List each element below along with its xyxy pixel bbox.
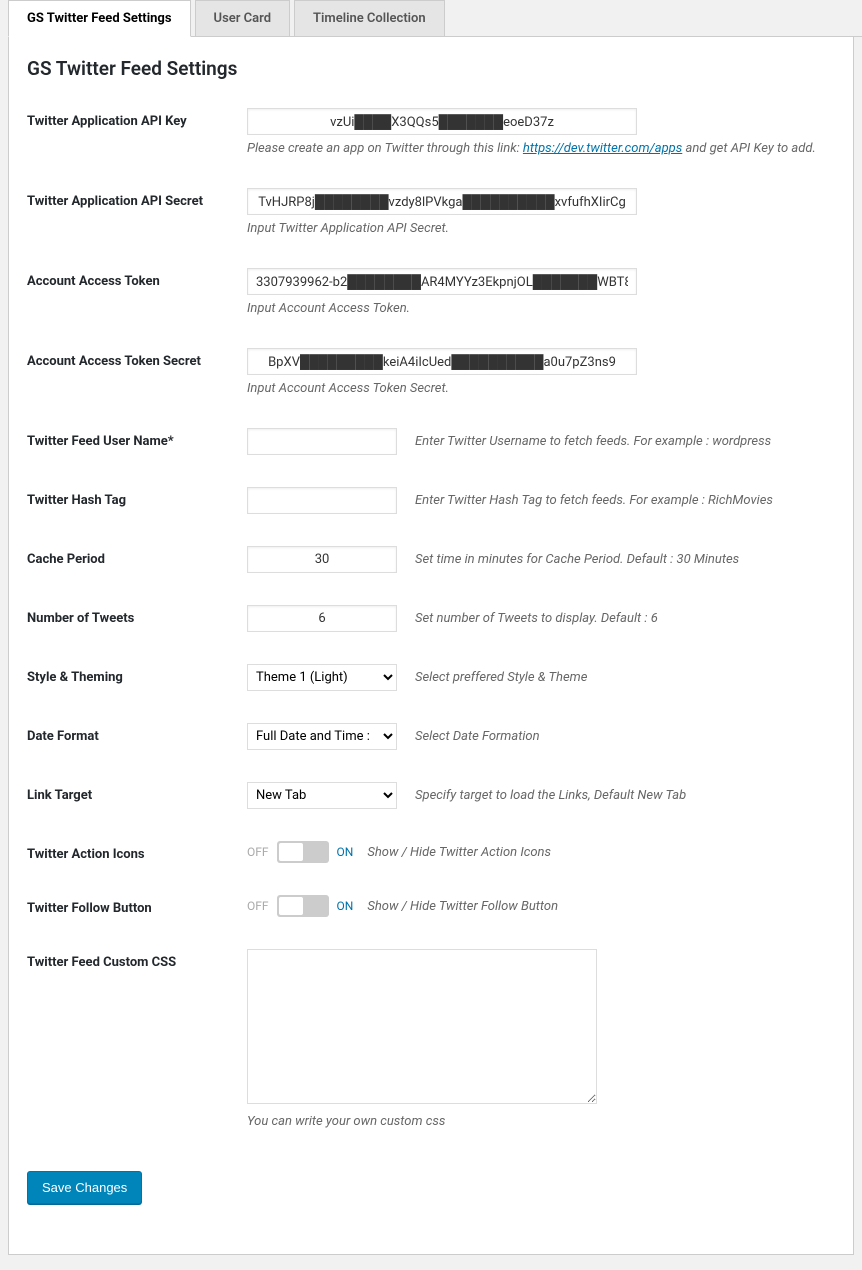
label-username: Twitter Feed User Name* [27, 428, 247, 449]
label-date-format: Date Format [27, 723, 247, 744]
row-link-target: Link Target New Tab Specify target to lo… [27, 782, 835, 809]
desc-username: Enter Twitter Username to fetch feeds. F… [415, 434, 771, 449]
select-link-target[interactable]: New Tab [247, 782, 397, 809]
label-access-token: Account Access Token [27, 268, 247, 289]
tab-gs-settings[interactable]: GS Twitter Feed Settings [8, 0, 191, 37]
desc-style: Select preffered Style & Theme [415, 670, 587, 685]
input-num-tweets[interactable] [247, 605, 397, 632]
label-hashtag: Twitter Hash Tag [27, 487, 247, 508]
input-cache[interactable] [247, 546, 397, 573]
label-link-target: Link Target [27, 782, 247, 803]
desc-api-key-pre: Please create an app on Twitter through … [247, 141, 523, 156]
desc-custom-css: You can write your own custom css [247, 1114, 835, 1129]
toggle-knob-icon [279, 843, 303, 861]
label-custom-css: Twitter Feed Custom CSS [27, 949, 247, 970]
row-cache: Cache Period Set time in minutes for Cac… [27, 546, 835, 573]
input-hashtag[interactable] [247, 487, 397, 514]
row-hashtag: Twitter Hash Tag Enter Twitter Hash Tag … [27, 487, 835, 514]
input-username[interactable] [247, 428, 397, 455]
settings-tabs: GS Twitter Feed Settings User Card Timel… [8, 0, 862, 37]
toggle-on-follow: ON [337, 899, 354, 913]
label-num-tweets: Number of Tweets [27, 605, 247, 626]
label-style: Style & Theming [27, 664, 247, 685]
desc-api-key: Please create an app on Twitter through … [247, 141, 835, 156]
toggle-knob-icon [279, 897, 303, 915]
input-api-key[interactable] [247, 108, 637, 135]
page-title: GS Twitter Feed Settings [27, 57, 835, 80]
desc-hashtag: Enter Twitter Hash Tag to fetch feeds. F… [415, 493, 773, 508]
label-api-secret: Twitter Application API Secret [27, 188, 247, 209]
row-style: Style & Theming Theme 1 (Light) Select p… [27, 664, 835, 691]
link-twitter-apps[interactable]: https://dev.twitter.com/apps [523, 141, 682, 156]
desc-api-key-post: and get API Key to add. [682, 141, 816, 156]
label-action-icons: Twitter Action Icons [27, 841, 247, 862]
desc-action-icons: Show / Hide Twitter Action Icons [367, 845, 551, 860]
input-api-secret[interactable] [247, 188, 637, 215]
row-date-format: Date Format Full Date and Time : Select … [27, 723, 835, 750]
row-follow-button: Twitter Follow Button OFF ON Show / Hide… [27, 895, 835, 917]
desc-num-tweets: Set number of Tweets to display. Default… [415, 611, 658, 626]
settings-panel: GS Twitter Feed Settings Twitter Applica… [8, 37, 854, 1255]
row-custom-css: Twitter Feed Custom CSS You can write yo… [27, 949, 835, 1129]
select-date-format[interactable]: Full Date and Time : [247, 723, 397, 750]
row-access-token-secret: Account Access Token Secret Input Accoun… [27, 348, 835, 396]
row-api-key: Twitter Application API Key Please creat… [27, 108, 835, 156]
label-api-key: Twitter Application API Key [27, 108, 247, 129]
label-access-token-secret: Account Access Token Secret [27, 348, 247, 369]
textarea-custom-css[interactable] [247, 949, 597, 1104]
toggle-follow-button[interactable] [277, 895, 329, 917]
label-cache: Cache Period [27, 546, 247, 567]
desc-link-target: Specify target to load the Links, Defaul… [415, 788, 686, 803]
desc-api-secret: Input Twitter Application API Secret. [247, 221, 835, 236]
toggle-action-icons[interactable] [277, 841, 329, 863]
select-style[interactable]: Theme 1 (Light) [247, 664, 397, 691]
row-username: Twitter Feed User Name* Enter Twitter Us… [27, 428, 835, 455]
desc-access-token: Input Account Access Token. [247, 301, 835, 316]
toggle-off-action-icons: OFF [247, 845, 269, 859]
desc-date-format: Select Date Formation [415, 729, 540, 744]
toggle-on-action-icons: ON [337, 845, 354, 859]
desc-access-token-secret: Input Account Access Token Secret. [247, 381, 835, 396]
row-action-icons: Twitter Action Icons OFF ON Show / Hide … [27, 841, 835, 863]
row-num-tweets: Number of Tweets Set number of Tweets to… [27, 605, 835, 632]
tab-timeline-collection[interactable]: Timeline Collection [294, 0, 445, 36]
toggle-off-follow: OFF [247, 899, 269, 913]
desc-follow-button: Show / Hide Twitter Follow Button [367, 899, 558, 914]
tab-user-card[interactable]: User Card [195, 0, 290, 36]
row-api-secret: Twitter Application API Secret Input Twi… [27, 188, 835, 236]
row-access-token: Account Access Token Input Account Acces… [27, 268, 835, 316]
input-access-token-secret[interactable] [247, 348, 637, 375]
save-button[interactable]: Save Changes [27, 1171, 142, 1204]
label-follow-button: Twitter Follow Button [27, 895, 247, 916]
input-access-token[interactable] [247, 268, 637, 295]
desc-cache: Set time in minutes for Cache Period. De… [415, 552, 739, 567]
